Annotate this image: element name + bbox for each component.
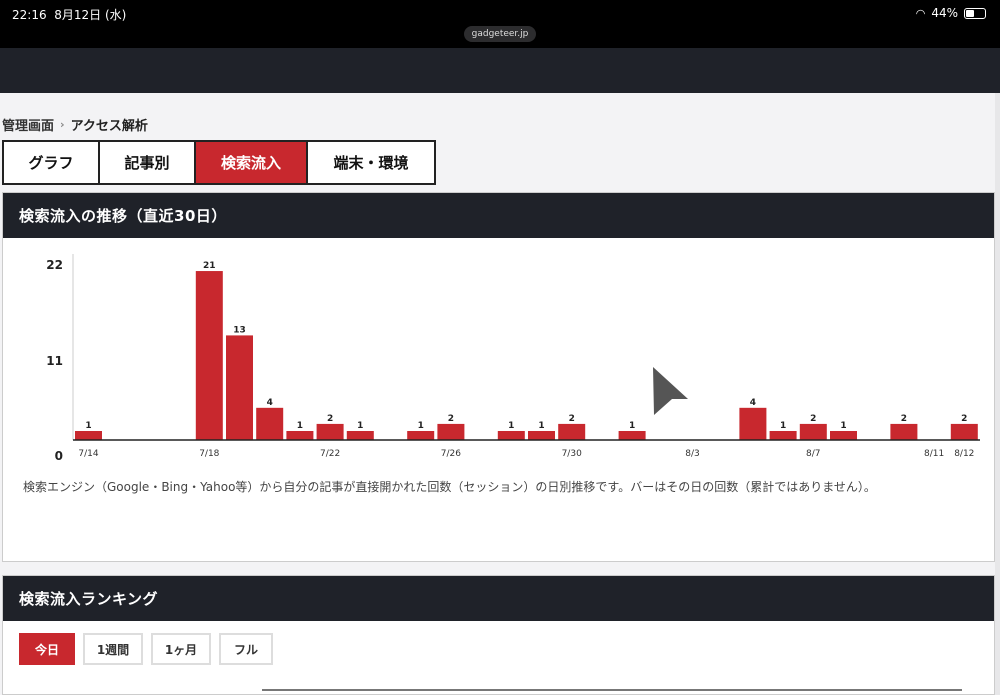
x-tick-label: 7/18 [199, 449, 219, 459]
status-bar: 22:16 8月12日 (水) ◠ 44% gadgeteer.jp [0, 0, 1000, 48]
x-tick-label: 7/26 [441, 449, 461, 459]
bar-value-label: 4 [750, 398, 756, 408]
bar-value-label: 2 [327, 414, 333, 424]
url-bar[interactable]: gadgeteer.jp [464, 26, 536, 42]
bar-value-label: 2 [901, 414, 907, 424]
bar-value-label: 1 [840, 421, 846, 431]
period-selector: 今日 1週間 1ヶ月 フル [19, 633, 273, 665]
bar-7/21 [286, 431, 314, 440]
bar-7/22 [316, 423, 344, 440]
bar-value-label: 1 [418, 421, 424, 431]
bar-7/26 [437, 423, 465, 440]
page-content: 管理画面 › アクセス解析 グラフ 記事別 検索流入 端末・環境 検索流入の推移… [0, 93, 1000, 695]
search-inflow-bar-chart: 22110121134121 121 12141212 27/14 7/18 7/22 7/… [46, 254, 980, 463]
period-month-button[interactable]: 1ヶ月 [151, 633, 211, 665]
x-tick-label: 8/3 [685, 449, 699, 459]
ranking-card: 検索流入ランキング 今日 1週間 1ヶ月 フル [2, 575, 995, 695]
bar-7/14 [75, 431, 102, 440]
bar-8/1 [618, 431, 646, 440]
bar-value-label: 1 [629, 421, 635, 431]
tab-by-article[interactable]: 記事別 [98, 140, 196, 185]
bar-7/29 [528, 431, 555, 440]
bar-7/30 [558, 423, 586, 440]
home-indicator [262, 689, 962, 691]
x-tick-label: 7/30 [562, 449, 582, 459]
bar-8/8 [830, 431, 857, 440]
ranking-title: 検索流入ランキング [3, 576, 994, 621]
bar-value-label: 2 [569, 414, 575, 424]
bar-value-label: 13 [233, 325, 246, 335]
y-tick-label: 0 [55, 449, 63, 463]
trend-card: 検索流入の推移（直近30日） 22 11 0 1 21 13 4 1 2 1 1 2 1 1 2 1 4 1 2 1 2… [2, 192, 995, 562]
breadcrumb: 管理画面 › アクセス解析 [2, 115, 148, 134]
bar-value-label: 1 [508, 421, 514, 431]
bar-value-label: 21 [203, 261, 216, 271]
breadcrumb-home[interactable]: 管理画面 [2, 115, 54, 134]
bar-value-label: 1 [357, 421, 363, 431]
breadcrumb-current: アクセス解析 [70, 119, 148, 134]
bar-value-label: 2 [448, 414, 454, 424]
x-tick-label: 7/22 [320, 449, 340, 459]
tab-device-environment[interactable]: 端末・環境 [306, 140, 436, 185]
bar-value-label: 1 [85, 421, 91, 431]
bar-8/7 [799, 423, 827, 440]
pointer-cursor-icon [653, 367, 688, 415]
bar-8/10 [890, 423, 918, 440]
bar-7/19 [226, 335, 253, 440]
bar-value-label: 4 [267, 398, 273, 408]
bar-value-label: 2 [961, 414, 967, 424]
bar-value-label: 1 [538, 421, 544, 431]
period-full-button[interactable]: フル [219, 633, 273, 665]
battery-percent: 44% [931, 6, 958, 20]
trend-description: 検索エンジン（Google・Bing・Yahoo等）から自分の記事が直接開かれた… [23, 480, 876, 494]
x-tick-label: 8/11 [924, 449, 944, 459]
chart-area: 22 11 0 1 21 13 4 1 2 1 1 2 1 1 2 1 4 1 2 1 2 2 7/14 7/18 7/22 7/… [3, 238, 994, 561]
period-week-button[interactable]: 1週間 [83, 633, 143, 665]
site-header [0, 48, 1000, 93]
period-today-button[interactable]: 今日 [19, 633, 75, 665]
wifi-icon: ◠ [915, 6, 926, 20]
bar-value-label: 1 [297, 421, 303, 431]
bar-7/28 [497, 431, 525, 440]
bar-7/18 [195, 271, 223, 440]
bar-7/25 [407, 431, 435, 440]
bar-value-label: 1 [780, 421, 786, 431]
tab-graph[interactable]: グラフ [2, 140, 100, 185]
bar-8/12 [950, 423, 978, 440]
y-tick-label: 22 [46, 258, 63, 272]
bar-7/20 [256, 407, 284, 440]
battery-icon [964, 7, 986, 19]
trend-title: 検索流入の推移（直近30日） [3, 193, 994, 238]
page-scrollbar[interactable] [995, 93, 1000, 695]
chevron-right-icon: › [60, 118, 65, 131]
x-tick-label: 8/7 [806, 449, 820, 459]
x-tick-label: 7/14 [78, 449, 98, 459]
bar-8/5 [739, 407, 767, 440]
status-indicators: ◠ 44% [916, 6, 986, 20]
tab-search-inflow[interactable]: 検索流入 [194, 140, 308, 185]
status-time: 22:16 8月12日 (水) [12, 8, 127, 22]
x-tick-label: 8/12 [954, 449, 974, 459]
y-tick-label: 11 [46, 354, 63, 368]
bar-8/6 [769, 431, 797, 440]
bar-value-label: 2 [810, 414, 816, 424]
bar-7/23 [346, 431, 374, 440]
analytics-tabs: グラフ 記事別 検索流入 端末・環境 [2, 140, 436, 185]
